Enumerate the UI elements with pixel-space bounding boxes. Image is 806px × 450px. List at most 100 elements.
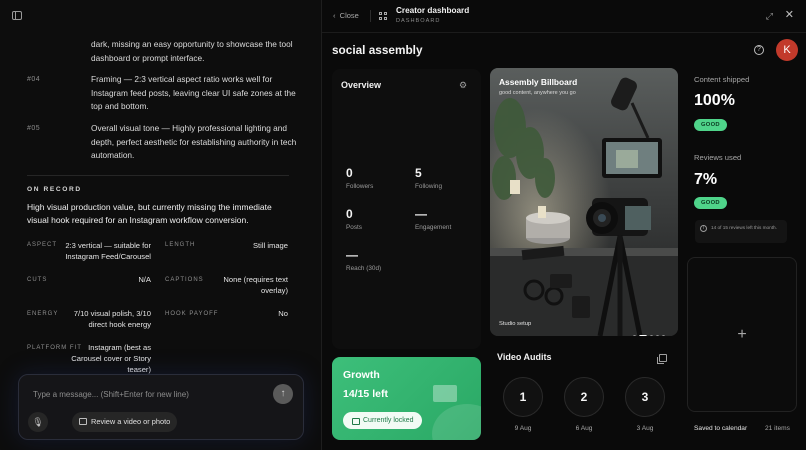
content-shipped-value: 100% [694, 92, 735, 109]
reviews-used-value: 7% [694, 171, 718, 188]
audit-date: 6 Aug [575, 425, 593, 432]
carousel-dot[interactable] [662, 335, 665, 336]
audit-number: 2 [580, 390, 588, 404]
avatar[interactable]: K [776, 39, 798, 61]
billboard-caption: Studio setup [499, 321, 532, 327]
stat-value: 5 [415, 166, 422, 180]
audit-date: 3 Aug [636, 425, 654, 432]
carousel-dot[interactable] [650, 335, 653, 336]
note-text: Framing — 2:3 vertical aspect ratio work… [91, 74, 296, 111]
growth-graphic [433, 385, 457, 402]
divider [27, 175, 289, 176]
note-number: #05 [27, 125, 41, 132]
reviews-used-label: Reviews used [694, 153, 742, 162]
gear-icon[interactable]: ⚙ [459, 80, 467, 91]
growth-title: Growth [343, 369, 380, 381]
content-shipped-label: Content shipped [694, 75, 750, 84]
copy-icon[interactable] [657, 354, 667, 364]
audit-number: 1 [519, 390, 527, 404]
dashboard-topbar: ‹ Close Creator dashboard DASHBOARD ⤢ ✕ [322, 0, 806, 33]
length-label: LENGTH [165, 242, 196, 248]
stat-label: Engagement [415, 224, 452, 231]
reviews-note-text: 14 of 15 reviews left this month. [711, 225, 777, 230]
section-heading: ON RECORD [27, 186, 82, 193]
billboard-subtitle: good content, anywhere you go [499, 90, 576, 96]
add-to-calendar-button[interactable]: + [687, 257, 797, 412]
expand-icon[interactable]: ⤢ [766, 11, 773, 22]
aspect-value: 2:3 vertical — suitable for Instagram Fe… [65, 241, 151, 261]
close-button[interactable]: ‹ Close [333, 11, 359, 20]
studio-setup-photo [490, 68, 678, 336]
note-text: Overall visual tone — Highly professiona… [91, 123, 297, 160]
stat-value: — [415, 207, 427, 221]
info-icon: i [700, 225, 707, 232]
overview-card: Overview ⚙ 0 Followers 5 Following 0 Pos… [332, 69, 481, 349]
status-badge: GOOD [694, 119, 727, 131]
stat-followers: 0 Followers [346, 166, 406, 190]
locked-button[interactable]: Currently locked [343, 412, 422, 429]
audit-item[interactable]: 3 [625, 377, 665, 417]
billboard-card[interactable]: Assembly Billboard good content, anywher… [490, 68, 678, 336]
microphone-button[interactable]: 🎙 [28, 412, 48, 432]
plus-icon: + [737, 326, 747, 343]
energy-label: ENERGY [27, 311, 59, 317]
video-audits-title: Video Audits [497, 352, 552, 362]
note-text: dark, missing an easy opportunity to sho… [91, 39, 293, 63]
hook-value: No [278, 309, 288, 318]
cuts-label: CUTS [27, 277, 48, 283]
carousel-dot[interactable] [633, 335, 636, 336]
cuts-value: N/A [138, 275, 151, 284]
carousel-dot[interactable] [656, 335, 659, 336]
divider [370, 10, 371, 22]
message-input[interactable]: Type a message... (Shift+Enter for new l… [33, 390, 189, 399]
length-value: Still image [252, 241, 288, 250]
audit-item[interactable]: 2 [564, 377, 604, 417]
captions-value: None (requires text overlay) [223, 275, 288, 295]
reviews-note: i 14 of 15 reviews left this month. [695, 220, 787, 243]
stat-value: 0 [346, 166, 353, 180]
close-label: Close [339, 11, 359, 20]
calendar-count: 21 items [765, 425, 790, 432]
stat-value: 0 [346, 207, 353, 221]
dashboard-subtitle: DASHBOARD [396, 18, 441, 24]
billboard-title: Assembly Billboard [499, 77, 578, 87]
audit-number: 3 [641, 390, 649, 404]
locked-label: Currently locked [363, 417, 414, 424]
close-icon[interactable]: ✕ [785, 8, 794, 21]
brand-name: social assembly [332, 43, 423, 57]
review-media-label: Review a video or photo [91, 417, 171, 426]
stat-posts: 0 Posts [346, 207, 406, 231]
growth-count: 14/15 left [343, 388, 388, 400]
captions-label: CAPTIONS [165, 277, 204, 283]
stat-value: — [346, 248, 358, 262]
energy-value: 7/10 visual polish, 3/10 direct hook ene… [73, 309, 151, 329]
sidebar-toggle-icon[interactable] [12, 11, 22, 20]
help-icon[interactable]: ? [754, 45, 764, 55]
image-icon [79, 418, 87, 425]
overview-title: Overview [341, 80, 382, 90]
carousel-dots[interactable] [633, 325, 668, 336]
status-badge: GOOD [694, 197, 727, 209]
aspect-label: ASPECT [27, 242, 58, 248]
send-button[interactable]: ↑ [273, 384, 293, 404]
chat-pane: dark, missing an easy opportunity to sho… [0, 0, 322, 450]
summary-text: High visual production value, but curren… [27, 202, 272, 225]
message-composer[interactable]: Type a message... (Shift+Enter for new l… [18, 374, 304, 440]
stat-following: 5 Following [415, 166, 475, 190]
stat-reach: — Reach (30d) [346, 248, 406, 272]
stat-label: Followers [346, 183, 374, 190]
dashboard-title: Creator dashboard [396, 6, 470, 15]
stat-label: Reach (30d) [346, 265, 382, 272]
dashboard-pane: ‹ Close Creator dashboard DASHBOARD ⤢ ✕ … [322, 0, 806, 450]
grid-icon [379, 12, 387, 20]
stat-label: Posts [346, 224, 362, 231]
stat-label: Following [415, 183, 442, 190]
audit-date: 9 Aug [514, 425, 532, 432]
platform-value: Instagram (best as Carousel cover or Sto… [71, 343, 151, 374]
audit-item[interactable]: 1 [503, 377, 543, 417]
growth-card[interactable]: Growth 14/15 left Currently locked [332, 357, 481, 440]
calendar-label: Saved to calendar [694, 425, 748, 432]
review-media-button[interactable]: Review a video or photo [72, 412, 178, 432]
decorative-blob [432, 404, 481, 440]
carousel-dot-active[interactable] [639, 335, 647, 336]
